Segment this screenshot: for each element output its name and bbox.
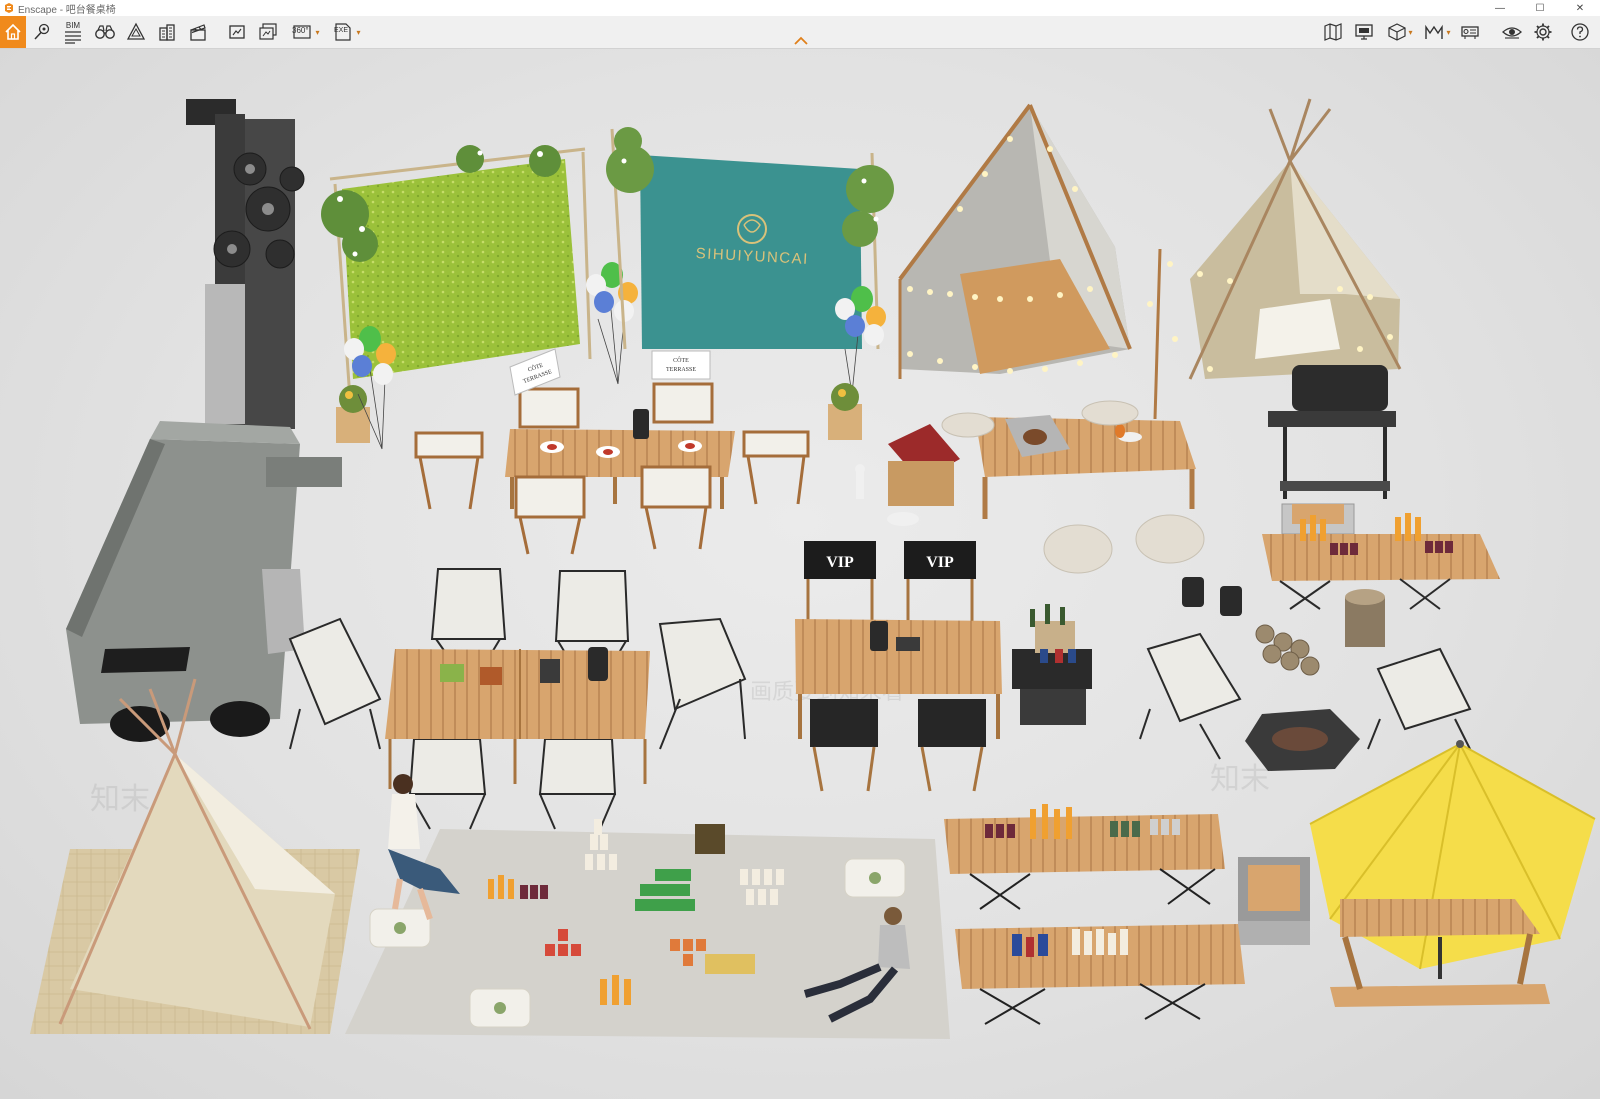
firewood-pile bbox=[1255, 624, 1320, 676]
maximize-button[interactable]: ☐ bbox=[1520, 0, 1560, 16]
screenshot-button[interactable] bbox=[225, 20, 249, 44]
enscape-logo-icon bbox=[5, 3, 13, 13]
home-icon bbox=[5, 23, 21, 40]
balloons-center bbox=[586, 262, 638, 385]
watermark-text: 知末 bbox=[1210, 763, 1270, 796]
maximize-icon: ☐ bbox=[1535, 2, 1545, 14]
video-editor-button[interactable] bbox=[186, 20, 210, 44]
close-icon: ✕ bbox=[1575, 2, 1585, 14]
batch-render-icon bbox=[259, 23, 277, 40]
chevron-down-icon: ▾ bbox=[356, 27, 361, 37]
binoculars-button[interactable] bbox=[92, 20, 118, 44]
drinks-cart bbox=[1012, 604, 1092, 725]
camp-lanterns bbox=[1182, 577, 1242, 616]
watermark-text: 知末 bbox=[90, 783, 150, 816]
visibility-button[interactable] bbox=[1500, 20, 1524, 44]
panorama-label: 360° bbox=[292, 26, 309, 35]
minimize-button[interactable]: — bbox=[1480, 0, 1520, 16]
a-frame-tent bbox=[898, 103, 1162, 420]
cote-terrasse-sign: CÔTE TERRASSE bbox=[651, 350, 711, 380]
projector-icon bbox=[1461, 26, 1479, 39]
sketch-asset-button[interactable] bbox=[124, 20, 148, 44]
settings-button[interactable] bbox=[1531, 20, 1555, 44]
location-pin-icon bbox=[34, 23, 50, 40]
render-viewport[interactable]: 知末 知末 画质要到知末看 知末 bbox=[0, 49, 1600, 1099]
monitor-button[interactable] bbox=[1352, 20, 1376, 44]
window-title: Enscape - 吧台餐桌椅 bbox=[18, 4, 116, 16]
barbecue-grill bbox=[1268, 365, 1396, 535]
chevron-down-icon: ▾ bbox=[1408, 27, 1413, 37]
panorama-button[interactable]: 360° ▾ bbox=[289, 20, 323, 44]
projector-button[interactable] bbox=[1458, 20, 1482, 44]
chevron-down-icon: ▾ bbox=[1446, 27, 1451, 37]
bim-label: BIM bbox=[65, 20, 81, 30]
binoculars-icon bbox=[95, 25, 115, 39]
sign-text-line2: TERRASSE bbox=[666, 367, 696, 373]
export-exe-button[interactable]: EXE ▾ bbox=[330, 20, 364, 44]
chevron-down-icon: ▾ bbox=[315, 27, 320, 37]
teepee-right bbox=[1147, 98, 1402, 380]
balloons-right bbox=[828, 286, 886, 440]
drinks-table-lower-1 bbox=[944, 804, 1225, 910]
tree-stump bbox=[1345, 589, 1385, 647]
cube-icon bbox=[1388, 23, 1407, 41]
vip-table-set: VIP VIP bbox=[795, 541, 1002, 792]
location-button[interactable] bbox=[30, 20, 54, 44]
vr-button[interactable]: ▾ bbox=[1420, 20, 1454, 44]
settings-gear-icon bbox=[1534, 23, 1552, 41]
vip-label: VIP bbox=[826, 554, 854, 571]
clapperboard-icon bbox=[190, 24, 206, 41]
asset-library-button[interactable] bbox=[155, 20, 179, 44]
camp-table-set bbox=[288, 568, 747, 830]
screenshot-icon bbox=[229, 25, 245, 39]
cooler-box bbox=[1238, 857, 1310, 945]
sketch-asset-icon bbox=[126, 22, 146, 40]
title-bar: Enscape - 吧台餐桌椅 — ☐ ✕ bbox=[0, 0, 1600, 16]
map-view-button[interactable] bbox=[1321, 20, 1345, 44]
vip-label: VIP bbox=[926, 554, 954, 571]
picnic-basket bbox=[855, 424, 960, 526]
director-dining-set: CÔTE TERRASSE CÔTE TERRASSE bbox=[414, 348, 810, 555]
home-button[interactable] bbox=[0, 16, 26, 48]
minimize-icon: — bbox=[1495, 2, 1505, 14]
teepee-left bbox=[30, 678, 360, 1034]
help-button[interactable] bbox=[1568, 20, 1592, 44]
bim-button[interactable]: BIM bbox=[61, 20, 85, 44]
collapse-toolbar-icon[interactable] bbox=[792, 36, 810, 46]
camper-van bbox=[66, 421, 342, 742]
gear-tower bbox=[186, 99, 305, 434]
map-view-icon bbox=[1324, 23, 1342, 41]
toolbar: BIM 360° ▾ EXE ▾ ▾ ▾ bbox=[0, 16, 1600, 49]
building-library-icon bbox=[159, 24, 175, 41]
picnic-table bbox=[1330, 899, 1550, 1007]
low-coffee-table bbox=[975, 415, 1196, 519]
monitor-icon bbox=[1355, 24, 1373, 40]
close-button[interactable]: ✕ bbox=[1560, 0, 1600, 16]
bim-list-icon bbox=[65, 30, 81, 44]
export-exe-label: EXE bbox=[334, 27, 349, 34]
camping-scene-render: 知末 知末 画质要到知末看 知末 bbox=[30, 98, 1596, 1039]
eye-visibility-icon bbox=[1502, 27, 1522, 39]
help-icon bbox=[1571, 23, 1589, 41]
sign-text-line1: CÔTE bbox=[673, 356, 689, 364]
fire-pit bbox=[1245, 709, 1360, 771]
drinks-table-lower-2 bbox=[955, 924, 1245, 1025]
vr-headset-icon bbox=[1425, 24, 1444, 39]
batch-render-button[interactable] bbox=[256, 20, 280, 44]
view-cube-button[interactable]: ▾ bbox=[1383, 20, 1417, 44]
